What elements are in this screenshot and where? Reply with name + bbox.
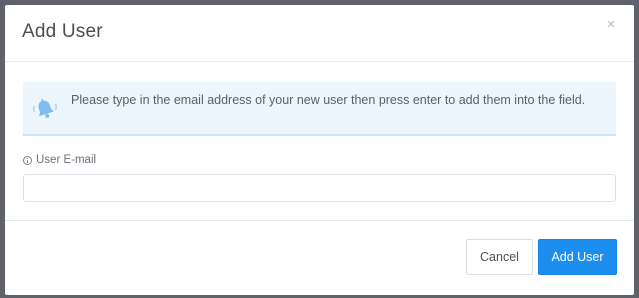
email-field-label-text: User E-mail (36, 154, 97, 166)
alert-message: Please type in the email address of your… (71, 93, 586, 107)
bell-icon (32, 97, 58, 121)
email-field[interactable] (23, 174, 616, 202)
close-icon[interactable]: × (604, 17, 618, 32)
info-icon (23, 155, 32, 165)
add-user-modal: Add User × Please type in the email addr… (5, 5, 634, 295)
info-alert: Please type in the email address of your… (23, 82, 616, 136)
cancel-button[interactable]: Cancel (466, 239, 533, 275)
modal-body: Please type in the email address of your… (5, 62, 634, 221)
modal-header: Add User × (5, 5, 634, 62)
email-field-label: User E-mail (23, 154, 96, 166)
add-user-button[interactable]: Add User (538, 239, 617, 275)
modal-footer: Cancel Add User (5, 221, 634, 295)
modal-title: Add User (22, 21, 103, 42)
